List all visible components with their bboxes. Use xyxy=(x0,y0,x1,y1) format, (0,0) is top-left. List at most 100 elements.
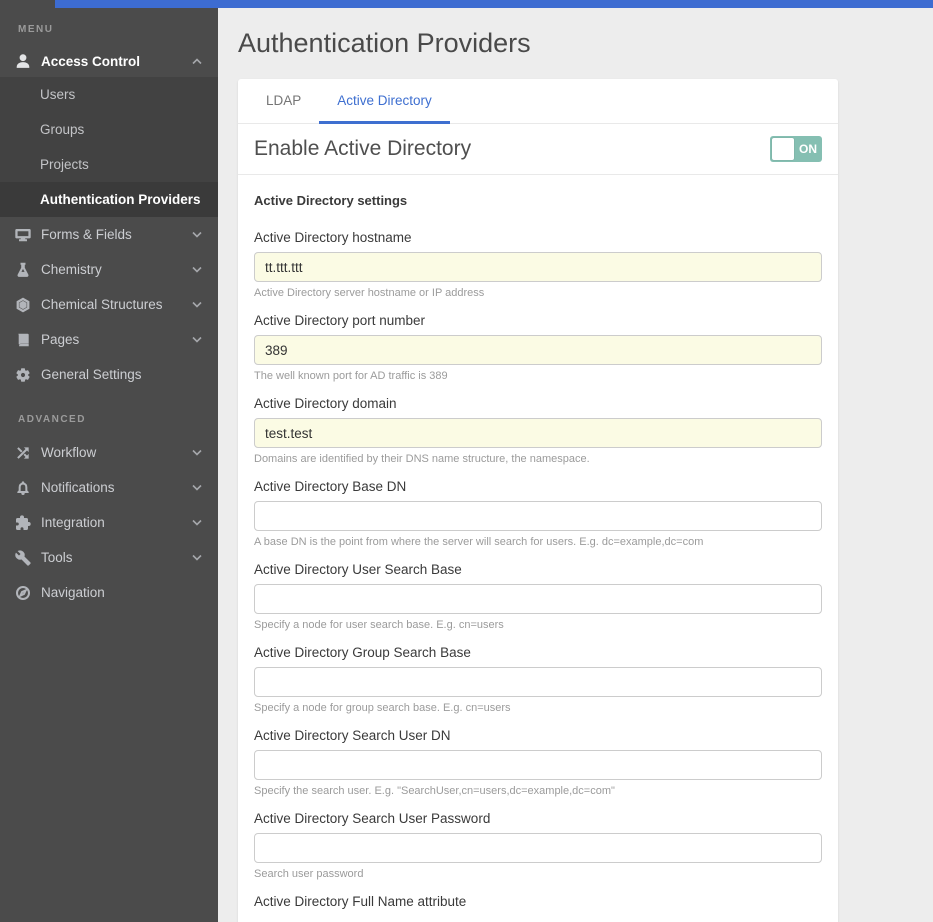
sidebar-item-label: Tools xyxy=(41,550,73,565)
chevron-down-icon xyxy=(192,231,202,238)
sidebar-item-projects[interactable]: Projects xyxy=(0,147,218,182)
field-ad-port: Active Directory port number The well kn… xyxy=(254,313,822,382)
sidebar-item-label: Chemical Structures xyxy=(41,297,163,312)
chevron-up-icon xyxy=(192,58,202,65)
book-icon xyxy=(14,331,31,348)
sidebar-item-label: Authentication Providers xyxy=(40,192,201,207)
chevron-down-icon xyxy=(192,266,202,273)
field-help: Specify a node for group search base. E.… xyxy=(254,702,822,714)
field-label: Active Directory hostname xyxy=(254,230,822,245)
field-help: Active Directory server hostname or IP a… xyxy=(254,287,822,299)
sidebar-item-groups[interactable]: Groups xyxy=(0,112,218,147)
monitor-icon xyxy=(14,226,31,243)
top-app-bar xyxy=(55,0,933,8)
sidebar-item-integration[interactable]: Integration xyxy=(0,505,218,540)
field-help: Specify a node for user search base. E.g… xyxy=(254,619,822,631)
sidebar-item-notifications[interactable]: Notifications xyxy=(0,470,218,505)
ad-domain-input[interactable] xyxy=(254,418,822,448)
compass-icon xyxy=(14,584,31,601)
field-help: Search user password xyxy=(254,868,822,880)
field-help: The well known port for AD traffic is 38… xyxy=(254,370,822,382)
toggle-state-label: ON xyxy=(794,142,822,156)
sidebar-section-advanced: ADVANCED xyxy=(0,392,218,435)
sidebar-item-navigation[interactable]: Navigation xyxy=(0,575,218,610)
sidebar-item-label: General Settings xyxy=(41,367,142,382)
field-ad-search-user-password: Active Directory Search User Password Se… xyxy=(254,811,822,880)
field-help: Domains are identified by their DNS name… xyxy=(254,453,822,465)
field-label: Active Directory Search User Password xyxy=(254,811,822,826)
puzzle-icon xyxy=(14,514,31,531)
field-label: Active Directory Full Name attribute xyxy=(254,894,822,909)
field-ad-search-user-dn: Active Directory Search User DN Specify … xyxy=(254,728,822,797)
tab-active-directory[interactable]: Active Directory xyxy=(319,79,450,124)
field-ad-full-name-attribute: Active Directory Full Name attribute xyxy=(254,894,822,909)
sidebar-item-authentication-providers[interactable]: Authentication Providers xyxy=(0,182,218,217)
sidebar-item-general-settings[interactable]: General Settings xyxy=(0,357,218,392)
sidebar-item-tools[interactable]: Tools xyxy=(0,540,218,575)
sidebar-item-label: Pages xyxy=(41,332,79,347)
field-label: Active Directory Group Search Base xyxy=(254,645,822,660)
auth-providers-card: LDAP Active Directory Enable Active Dire… xyxy=(238,79,838,922)
sidebar-item-label: Notifications xyxy=(41,480,115,495)
field-ad-user-search-base: Active Directory User Search Base Specif… xyxy=(254,562,822,631)
chevron-down-icon xyxy=(192,484,202,491)
hexagon-icon xyxy=(14,296,31,313)
settings-section-heading: Active Directory settings xyxy=(254,193,822,208)
flask-icon xyxy=(14,261,31,278)
sidebar-item-label: Workflow xyxy=(41,445,96,460)
field-label: Active Directory port number xyxy=(254,313,822,328)
chevron-down-icon xyxy=(192,519,202,526)
access-control-submenu: Users Groups Projects Authentication Pro… xyxy=(0,77,218,217)
sidebar-item-label: Groups xyxy=(40,122,84,137)
ad-base-dn-input[interactable] xyxy=(254,501,822,531)
field-label: Active Directory domain xyxy=(254,396,822,411)
sidebar-item-forms-fields[interactable]: Forms & Fields xyxy=(0,217,218,252)
chevron-down-icon xyxy=(192,554,202,561)
shuffle-icon xyxy=(14,444,31,461)
tab-ldap[interactable]: LDAP xyxy=(248,79,319,124)
page-title: Authentication Providers xyxy=(238,28,933,59)
field-label: Active Directory Search User DN xyxy=(254,728,822,743)
ad-hostname-input[interactable] xyxy=(254,252,822,282)
sidebar-item-label: Integration xyxy=(41,515,105,530)
main-content: Authentication Providers LDAP Active Dir… xyxy=(218,0,933,922)
ad-port-input[interactable] xyxy=(254,335,822,365)
field-label: Active Directory User Search Base xyxy=(254,562,822,577)
sidebar-item-pages[interactable]: Pages xyxy=(0,322,218,357)
field-ad-base-dn: Active Directory Base DN A base DN is th… xyxy=(254,479,822,548)
chevron-down-icon xyxy=(192,336,202,343)
sidebar-item-label: Forms & Fields xyxy=(41,227,132,242)
user-icon xyxy=(14,53,31,70)
ad-user-search-base-input[interactable] xyxy=(254,584,822,614)
bell-icon xyxy=(14,479,31,496)
active-directory-settings-section: Active Directory settings Active Directo… xyxy=(238,175,838,922)
sidebar-item-access-control[interactable]: Access Control xyxy=(0,45,218,77)
sidebar-item-label: Navigation xyxy=(41,585,105,600)
sidebar-item-chemistry[interactable]: Chemistry xyxy=(0,252,218,287)
enable-active-directory-heading: Enable Active Directory xyxy=(254,137,471,161)
sidebar-item-users[interactable]: Users xyxy=(0,77,218,112)
enable-active-directory-row: Enable Active Directory ON xyxy=(238,124,838,175)
sidebar-item-chemical-structures[interactable]: Chemical Structures xyxy=(0,287,218,322)
sidebar-item-label: Chemistry xyxy=(41,262,102,277)
sidebar-item-workflow[interactable]: Workflow xyxy=(0,435,218,470)
wrench-icon xyxy=(14,549,31,566)
field-help: A base DN is the point from where the se… xyxy=(254,536,822,548)
chevron-down-icon xyxy=(192,301,202,308)
field-ad-hostname: Active Directory hostname Active Directo… xyxy=(254,230,822,299)
toggle-handle xyxy=(772,138,794,160)
field-ad-domain: Active Directory domain Domains are iden… xyxy=(254,396,822,465)
sidebar-item-label: Access Control xyxy=(41,54,140,69)
field-ad-group-search-base: Active Directory Group Search Base Speci… xyxy=(254,645,822,714)
ad-search-user-dn-input[interactable] xyxy=(254,750,822,780)
provider-tabbar: LDAP Active Directory xyxy=(238,79,838,124)
enable-active-directory-toggle[interactable]: ON xyxy=(770,136,822,162)
ad-group-search-base-input[interactable] xyxy=(254,667,822,697)
sidebar: MENU Access Control Users Groups Project… xyxy=(0,0,218,922)
field-label: Active Directory Base DN xyxy=(254,479,822,494)
chevron-down-icon xyxy=(192,449,202,456)
field-help: Specify the search user. E.g. "SearchUse… xyxy=(254,785,822,797)
ad-search-user-password-input[interactable] xyxy=(254,833,822,863)
sidebar-item-label: Users xyxy=(40,87,75,102)
sidebar-item-label: Projects xyxy=(40,157,89,172)
